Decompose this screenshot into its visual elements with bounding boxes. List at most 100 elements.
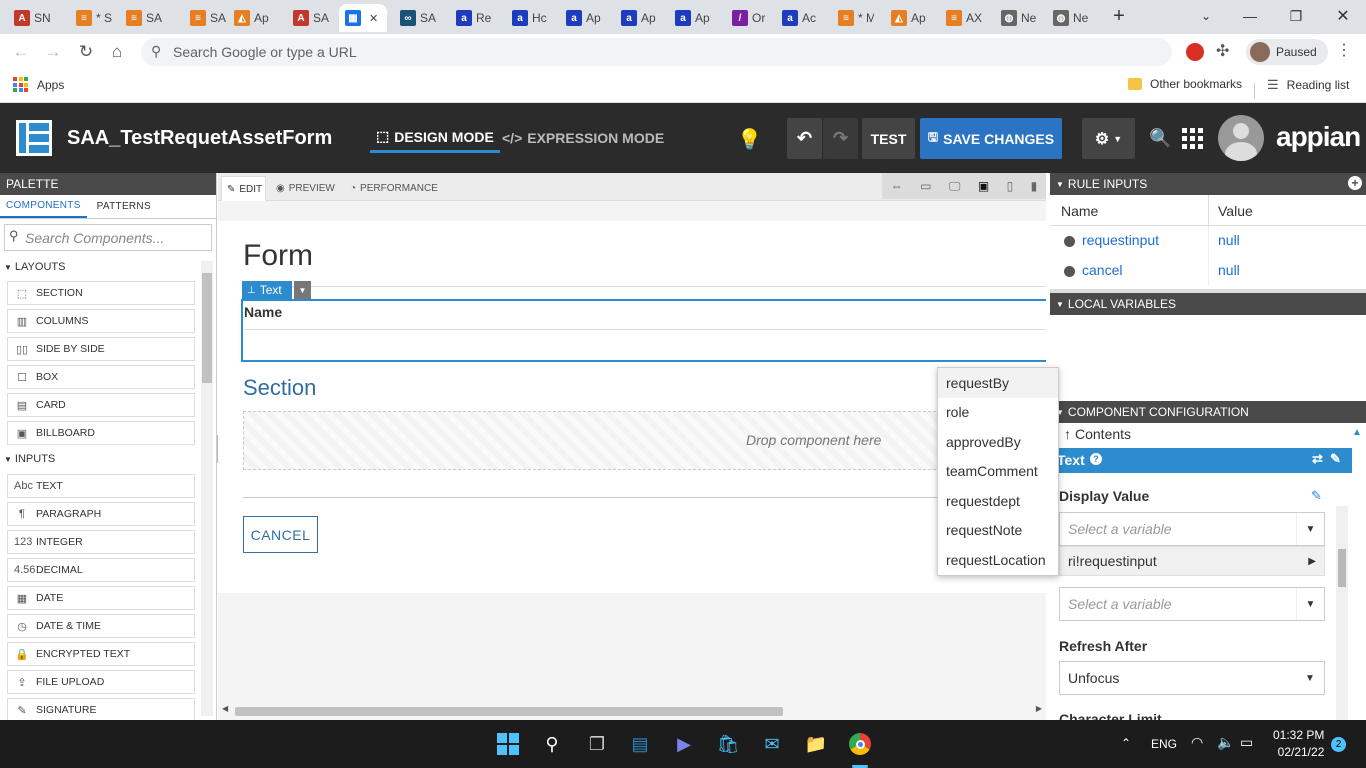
palette-item-text[interactable]: Abc TEXT <box>7 474 195 498</box>
caret-up-icon[interactable]: ▲ <box>1352 427 1362 438</box>
dropdown-option-requestby[interactable]: requestBy <box>938 368 1058 398</box>
component-search-input[interactable]: ⚲ Search Components... <box>4 224 212 251</box>
palette-item-date[interactable]: ▦ DATE <box>7 586 195 610</box>
forward-icon[interactable]: → <box>41 40 65 64</box>
wifi-icon[interactable]: ◠ <box>1191 734 1203 751</box>
lightbulb-icon[interactable]: 💡 <box>737 127 762 152</box>
profile-button[interactable]: Paused <box>1246 39 1328 65</box>
palette-item-side-by-side[interactable]: ▯▯ SIDE BY SIDE <box>7 337 195 361</box>
edit-expression-icon[interactable]: ✎ <box>1330 451 1341 467</box>
tablet-icon[interactable]: ▯ <box>1007 179 1014 193</box>
rule-input-row[interactable]: cancel null <box>1050 256 1366 286</box>
layouts-group-header[interactable]: ▼ LAYOUTS <box>0 256 200 278</box>
palette-item-section[interactable]: ⬚ SECTION <box>7 281 195 305</box>
reading-list[interactable]: ☰ Reading list <box>1267 77 1349 93</box>
display-value-select[interactable]: Select a variable ▼ <box>1059 512 1325 546</box>
swap-icon[interactable]: ⇄ <box>1312 451 1323 467</box>
canvas-horizontal-scrollbar[interactable]: ◀ ▶ <box>218 703 1046 719</box>
language-indicator[interactable]: ENG <box>1151 737 1177 751</box>
browser-tab[interactable]: ◍ Ne <box>1047 4 1089 32</box>
browser-tab[interactable]: ▦ ✕ <box>339 4 387 32</box>
save-changes-button[interactable]: 🖫 SAVE CHANGES <box>920 118 1062 159</box>
browser-tab[interactable]: a Hc <box>506 4 548 32</box>
palette-scrollbar[interactable] <box>201 261 213 716</box>
browser-tab[interactable]: A SN <box>8 4 50 32</box>
back-icon[interactable]: ← <box>9 40 33 64</box>
inspect-icon[interactable]: 🔍 <box>1149 128 1171 149</box>
home-icon[interactable]: ⌂ <box>105 40 129 64</box>
tab-components[interactable]: COMPONENTS <box>0 195 87 218</box>
variable-option-requestinput[interactable]: ri!requestinput ▶ <box>1059 546 1325 576</box>
browser-tab[interactable]: ≡ * S <box>70 4 112 32</box>
task-view-icon[interactable]: ❐ <box>583 730 611 758</box>
dropdown-option-requestlocation[interactable]: requestLocation <box>938 545 1058 575</box>
palette-item-encrypted-text[interactable]: 🔒 ENCRYPTED TEXT <box>7 642 195 666</box>
browser-tab[interactable]: ◭ Ap <box>228 4 270 32</box>
start-icon[interactable] <box>494 730 522 758</box>
chrome-icon[interactable] <box>846 730 874 758</box>
navigation-menu-icon[interactable] <box>1182 128 1203 149</box>
inputs-group-header[interactable]: ▼ INPUTS <box>0 448 200 470</box>
palette-item-columns[interactable]: ▥ COLUMNS <box>7 309 195 333</box>
store-icon[interactable]: 🛍 <box>714 730 742 758</box>
tab-preview[interactable]: ◉ PREVIEW <box>276 176 335 201</box>
browser-tab[interactable]: a Ap <box>669 4 711 32</box>
selected-text-field[interactable]: Name <box>241 299 1046 362</box>
extension-icon[interactable] <box>1186 43 1204 61</box>
browser-tab[interactable]: ◍ Ne <box>995 4 1037 32</box>
settings-menu-button[interactable]: ⚙ ▼ <box>1082 118 1135 159</box>
undo-button[interactable]: ↶ <box>787 118 822 159</box>
dropdown-option-requestdept[interactable]: requestdept <box>938 486 1058 516</box>
save-into-select[interactable]: Select a variable ▼ <box>1059 587 1325 621</box>
desktop-icon[interactable]: 🖵 <box>949 179 961 194</box>
tab-edit[interactable]: ✎ EDIT <box>221 176 266 201</box>
widgets-icon[interactable]: ▤ <box>626 730 654 758</box>
search-icon[interactable]: ⚲ <box>538 730 566 758</box>
edit-icon[interactable]: ✎ <box>1311 488 1322 504</box>
battery-icon[interactable]: ▭ <box>1240 734 1253 751</box>
rule-inputs-header[interactable]: ▼ RULE INPUTS + <box>1050 173 1366 195</box>
browser-tab[interactable]: ≡ * M <box>832 4 874 32</box>
chat-icon[interactable]: ▶ <box>670 730 698 758</box>
config-scrollbar[interactable] <box>1336 506 1348 720</box>
desktop-active-icon[interactable]: ▣ <box>978 179 989 193</box>
apps-shortcut[interactable]: Apps <box>13 77 64 92</box>
cancel-button[interactable]: CANCEL <box>243 516 318 553</box>
browser-tab[interactable]: a Re <box>450 4 492 32</box>
notification-badge[interactable]: 2 <box>1331 737 1346 752</box>
palette-item-date-time[interactable]: ◷ DATE & TIME <box>7 614 195 638</box>
palette-item-paragraph[interactable]: ¶ PARAGRAPH <box>7 502 195 526</box>
file-explorer-icon[interactable]: 📁 <box>802 730 830 758</box>
omnibox[interactable]: ⚲ Search Google or type a URL <box>141 38 1172 66</box>
redo-button[interactable]: ↷ <box>823 118 858 159</box>
close-tab-icon[interactable]: ✕ <box>369 12 378 25</box>
dropdown-option-role[interactable]: role <box>938 398 1058 428</box>
breadcrumb[interactable]: ↑ Contents <box>1064 426 1131 442</box>
dropdown-option-teamcomment[interactable]: teamComment <box>938 457 1058 487</box>
drop-zone[interactable]: Drop component here <box>243 411 1046 470</box>
mail-icon[interactable]: ✉ <box>758 730 786 758</box>
maximize-button[interactable]: ❐ <box>1273 0 1319 32</box>
expression-mode-tab[interactable]: </> EXPRESSION MODE <box>502 123 664 153</box>
browser-tab[interactable]: ≡ SA <box>184 4 226 32</box>
volume-icon[interactable]: 🔈 <box>1217 734 1234 751</box>
minimize-button[interactable]: — <box>1227 0 1273 32</box>
browser-tab[interactable]: ≡ SA <box>120 4 162 32</box>
palette-item-file-upload[interactable]: ⇪ FILE UPLOAD <box>7 670 195 694</box>
other-bookmarks[interactable]: Other bookmarks <box>1128 77 1242 91</box>
browser-tab[interactable]: a Ac <box>776 4 818 32</box>
palette-item-billboard[interactable]: ▣ BILLBOARD <box>7 421 195 445</box>
component-tag[interactable]: ⊥ Text <box>242 281 292 299</box>
palette-item-decimal[interactable]: 4.56 DECIMAL <box>7 558 195 582</box>
local-variables-header[interactable]: ▼ LOCAL VARIABLES <box>1050 293 1366 315</box>
browser-tab[interactable]: / Or <box>726 4 768 32</box>
palette-item-card[interactable]: ▤ CARD <box>7 393 195 417</box>
browser-tab[interactable]: ◭ Ap <box>885 4 927 32</box>
chevron-up-icon[interactable]: ⌃ <box>1121 736 1131 750</box>
help-icon[interactable]: ? <box>1090 453 1102 465</box>
tab-performance[interactable]: ◔ PERFORMANCE <box>350 176 438 201</box>
browser-tab[interactable]: ≡ AX <box>940 4 982 32</box>
tab-search-icon[interactable]: ⌄ <box>1183 0 1229 32</box>
rule-input-row[interactable]: requestinput null <box>1050 226 1366 256</box>
refresh-after-select[interactable]: Unfocus ▼ <box>1059 661 1325 695</box>
